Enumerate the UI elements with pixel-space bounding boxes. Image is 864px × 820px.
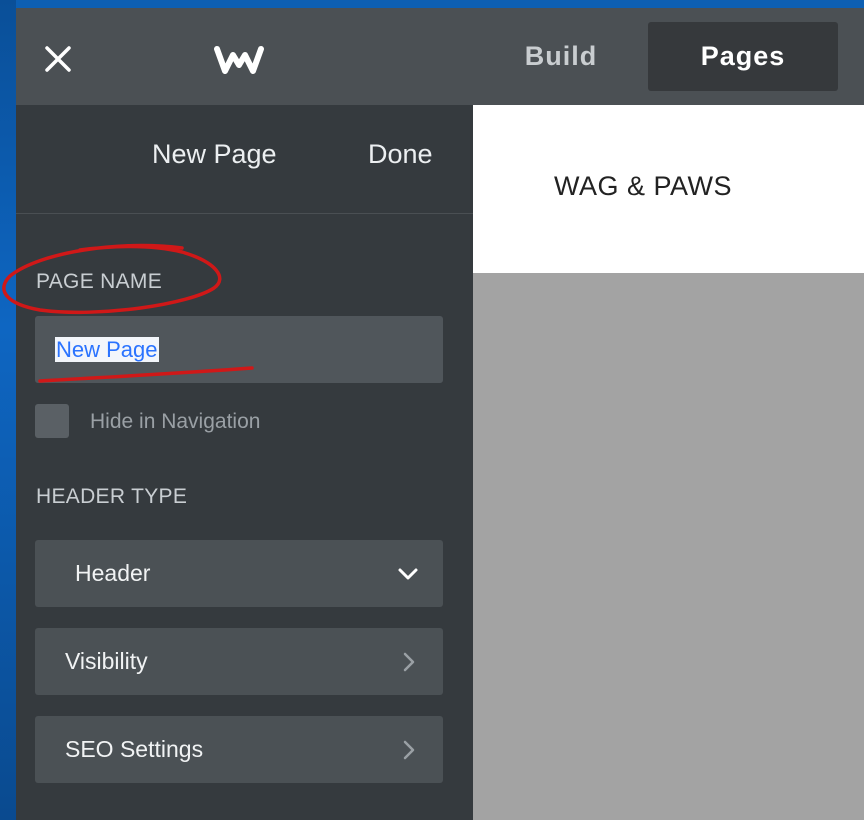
chevron-right-icon [397,651,419,673]
done-button[interactable]: Done [368,139,433,170]
site-title: WAG & PAWS [554,171,733,201]
hide-in-navigation-checkbox[interactable] [35,404,69,438]
seo-settings-label: SEO Settings [65,736,204,762]
page-settings-panel: New Page Done PAGE NAME New Page Hide in… [16,105,473,820]
close-icon[interactable] [40,41,76,77]
desktop-background-edge [0,0,16,820]
hide-in-navigation-label: Hide in Navigation [90,410,261,433]
tab-build[interactable]: Build [486,22,636,91]
header-type-select[interactable]: Header [35,540,443,607]
weebly-logo-icon[interactable] [211,41,267,77]
visibility-row[interactable]: Visibility [35,628,443,695]
page-name-label: PAGE NAME [36,270,163,293]
site-header: WAG & PAWS [473,105,864,273]
header-type-value: Header [75,560,151,586]
page-name-input[interactable]: New Page [35,316,443,383]
panel-header: New Page Done [16,105,473,214]
editor-window: Build Pages New Page Done PAGE NAME New … [16,8,864,820]
desktop-background [0,0,864,8]
tab-pages[interactable]: Pages [648,22,838,91]
chevron-right-icon [397,739,419,761]
seo-settings-row[interactable]: SEO Settings [35,716,443,783]
header-type-label: HEADER TYPE [36,485,188,508]
panel-title: New Page [152,139,277,169]
visibility-label: Visibility [65,648,148,674]
site-preview[interactable]: WAG & PAWS [473,105,864,820]
chevron-down-icon [397,563,419,585]
page-name-value: New Page [55,337,159,362]
top-bar: Build Pages [16,8,864,105]
